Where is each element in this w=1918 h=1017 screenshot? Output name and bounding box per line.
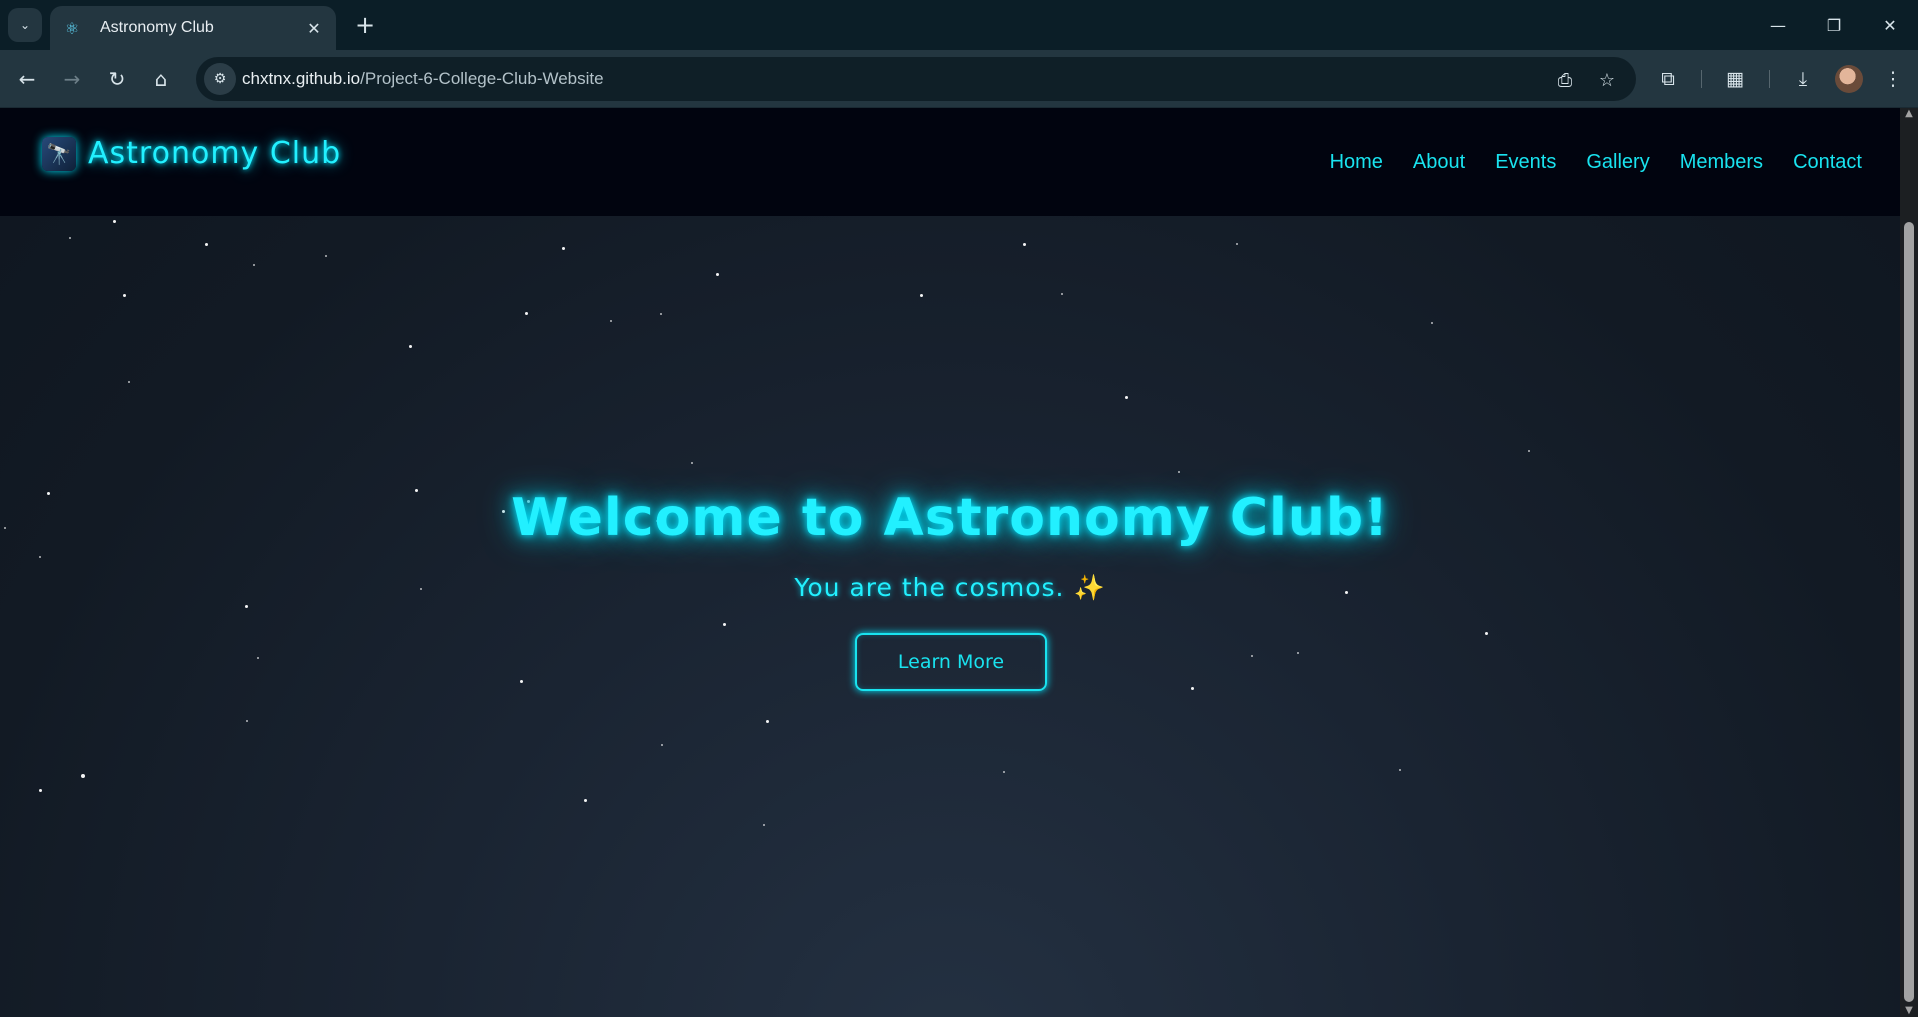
- telescope-icon: 🔭: [42, 136, 76, 171]
- main-nav: Home About Events Gallery Members Contac…: [1330, 151, 1862, 174]
- reload-icon[interactable]: ↻: [100, 62, 134, 96]
- nav-gallery[interactable]: Gallery: [1586, 151, 1649, 174]
- star-dot: [1003, 771, 1005, 773]
- nav-contact[interactable]: Contact: [1793, 151, 1862, 174]
- star-dot: [81, 774, 85, 778]
- url-host: chxtnx.github.io: [242, 69, 361, 88]
- scroll-down-icon[interactable]: ▼: [1903, 1005, 1915, 1017]
- minimize-icon[interactable]: —: [1750, 6, 1806, 44]
- learn-more-button[interactable]: Learn More: [855, 633, 1047, 691]
- profile-avatar[interactable]: [1835, 65, 1863, 93]
- install-app-icon[interactable]: ⎙: [1552, 67, 1578, 93]
- star-dot: [253, 264, 255, 266]
- star-dot: [1061, 293, 1063, 295]
- nav-events[interactable]: Events: [1495, 151, 1556, 174]
- logo-text: Astronomy Club: [88, 136, 342, 171]
- extensions-puzzle-icon[interactable]: ⧉: [1652, 63, 1684, 95]
- star-dot: [716, 273, 719, 276]
- page-viewport: 🔭 Astronomy Club Home About Events Galle…: [0, 108, 1900, 1017]
- star-dot: [39, 789, 42, 792]
- browser-tab-bar: ⌄ ⚛ Astronomy Club ✕ + — ❐ ✕: [0, 0, 1918, 50]
- new-tab-plus-icon[interactable]: +: [350, 10, 380, 40]
- star-dot: [661, 744, 663, 746]
- hero-title: Welcome to Astronomy Club!: [511, 488, 1389, 548]
- star-dot: [766, 720, 769, 723]
- star-dot: [409, 345, 412, 348]
- star-dot: [562, 247, 565, 250]
- star-dot: [723, 623, 726, 626]
- kebab-menu-icon[interactable]: ⋮: [1877, 63, 1909, 95]
- star-dot: [1399, 769, 1401, 771]
- star-dot: [123, 294, 126, 297]
- star-dot: [1485, 632, 1488, 635]
- url-path: /Project-6-College-Club-Website: [360, 69, 604, 88]
- tab-search-chevron-down-icon[interactable]: ⌄: [8, 8, 42, 42]
- forward-arrow-icon[interactable]: →: [55, 62, 89, 96]
- window-close-icon[interactable]: ✕: [1862, 6, 1918, 44]
- star-dot: [113, 220, 116, 223]
- star-dot: [205, 243, 208, 246]
- star-dot: [246, 720, 248, 722]
- star-dot: [584, 799, 587, 802]
- star-dot: [763, 824, 765, 826]
- browser-tab[interactable]: ⚛ Astronomy Club ✕: [50, 6, 336, 50]
- toolbar-divider: [1701, 70, 1702, 88]
- star-dot: [257, 657, 259, 659]
- star-dot: [520, 680, 523, 683]
- star-dot: [920, 294, 923, 297]
- star-dot: [525, 312, 528, 315]
- nav-members[interactable]: Members: [1680, 151, 1763, 174]
- star-dot: [128, 381, 130, 383]
- address-bar[interactable]: ⚙ chxtnx.github.io/Project-6-College-Clu…: [196, 57, 1636, 101]
- star-dot: [1528, 450, 1530, 452]
- star-dot: [1023, 243, 1026, 246]
- star-dot: [691, 462, 693, 464]
- site-info-icon[interactable]: ⚙: [204, 63, 236, 95]
- star-dot: [1178, 471, 1180, 473]
- star-dot: [245, 605, 248, 608]
- star-dot: [1431, 322, 1433, 324]
- qr-code-icon[interactable]: ▦: [1719, 63, 1751, 95]
- tab-close-icon[interactable]: ✕: [304, 19, 324, 38]
- star-dot: [610, 320, 612, 322]
- site-header: 🔭 Astronomy Club Home About Events Galle…: [0, 108, 1900, 216]
- bookmark-star-icon[interactable]: ☆: [1594, 67, 1620, 93]
- tab-title: Astronomy Club: [100, 19, 214, 36]
- star-dot: [1251, 655, 1253, 657]
- star-dot: [69, 237, 71, 239]
- hero-subtitle-text: You are the cosmos.: [794, 573, 1065, 602]
- star-dot: [1191, 687, 1194, 690]
- star-dot: [39, 556, 41, 558]
- restore-icon[interactable]: ❐: [1806, 6, 1862, 44]
- star-dot: [1297, 652, 1299, 654]
- react-atom-icon: ⚛: [64, 18, 80, 38]
- star-dot: [1236, 243, 1238, 245]
- scroll-up-icon[interactable]: ▲: [1903, 108, 1915, 120]
- sparkles-icon: ✨: [1073, 573, 1106, 602]
- browser-toolbar: ← → ↻ ⌂ ⚙ chxtnx.github.io/Project-6-Col…: [0, 50, 1918, 108]
- hero-subtitle: You are the cosmos. ✨: [0, 573, 1900, 603]
- site-logo[interactable]: 🔭 Astronomy Club: [42, 136, 341, 171]
- nav-home[interactable]: Home: [1330, 151, 1383, 174]
- url-text[interactable]: chxtnx.github.io/Project-6-College-Club-…: [242, 69, 604, 89]
- back-arrow-icon[interactable]: ←: [10, 62, 44, 96]
- star-dot: [1125, 396, 1128, 399]
- nav-about[interactable]: About: [1413, 151, 1465, 174]
- scroll-thumb[interactable]: [1904, 222, 1914, 1002]
- star-dot: [325, 255, 327, 257]
- page-scrollbar[interactable]: ▲ ▼: [1900, 108, 1918, 1017]
- download-icon[interactable]: ⤓: [1787, 63, 1819, 95]
- star-dot: [660, 313, 662, 315]
- home-icon[interactable]: ⌂: [144, 62, 178, 96]
- toolbar-divider: [1769, 70, 1770, 88]
